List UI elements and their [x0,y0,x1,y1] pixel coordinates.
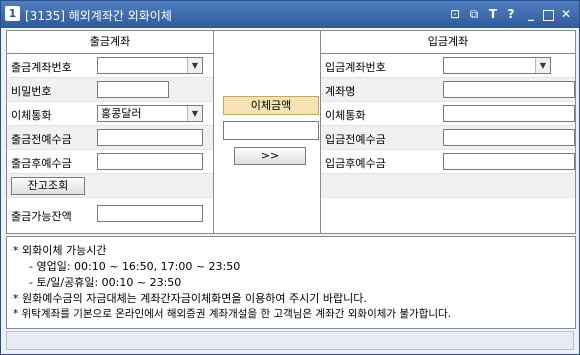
app-icon: 1 [5,6,20,21]
maximize-icon[interactable] [543,10,554,21]
close-icon[interactable]: ✕ [559,6,573,22]
deposit-account-row: 입금계좌번호 ▼ [321,54,575,78]
transfer-button[interactable]: >> [234,147,306,165]
deposit-currency-label: 이체통화 [325,109,366,122]
password-input[interactable] [97,81,169,98]
before-withdraw-field [97,129,203,146]
withdraw-account-select[interactable]: ▼ [97,57,203,74]
after-deposit-field [443,153,575,170]
transfer-form: 출금계좌 출금계좌번호 ▼ 비밀번호 이체통화 홍콩달러 ▼ 출금전예수금 출금… [6,30,576,234]
deposit-currency-field [443,105,575,122]
minimize-icon[interactable]: _ [524,6,538,22]
chevron-down-icon[interactable]: ▼ [187,106,202,121]
notice-line: * 원화예수금의 자금대체는 계좌간자금이체화면을 이용하여 주시기 바랍니다. [13,292,367,305]
amount-input[interactable] [223,121,319,140]
chevron-down-icon[interactable]: ▼ [187,58,202,73]
window-title: [3135] 해외계좌간 외화이체 [25,9,172,23]
withdrawal-header: 출금계좌 [7,31,213,54]
currency-select-value: 홍콩달러 [101,107,142,120]
withdraw-account-row: 출금계좌번호 ▼ [7,54,213,78]
after-deposit-row: 입금후예수금 [321,150,575,174]
amount-panel: 이체금액 >> [214,31,321,233]
password-label: 비밀번호 [11,85,52,98]
before-deposit-row: 입금전예수금 [321,126,575,150]
deposit-currency-row: 이체통화 [321,102,575,126]
font-size-icon[interactable]: T [486,6,500,22]
before-withdraw-row: 출금전예수금 [7,126,213,150]
status-bar [6,331,574,350]
notice-line: * 위탁계좌를 기본으로 온라인에서 해외증권 계좌개설을 한 고객님은 계좌간… [13,308,452,320]
copy-window-icon[interactable]: ⧉ [467,6,481,22]
deposit-header: 입금계좌 [321,31,575,54]
account-name-field [443,81,575,98]
after-withdraw-row: 출금후예수금 [7,150,213,174]
balance-inquiry-button[interactable]: 잔고조회 [11,177,85,195]
title-bar[interactable]: 1 [3135] 해외계좌간 외화이체 ⊡ ⧉ T ? _ ✕ [1,1,579,28]
transfer-window: 1 [3135] 해외계좌간 외화이체 ⊡ ⧉ T ? _ ✕ 출금계좌 출금계… [0,0,580,355]
after-deposit-label: 입금후예수금 [325,157,386,170]
notice-line: - 토/일/공휴일: 00:10 ~ 23:50 [29,276,182,289]
account-name-row: 계좌명 [321,78,575,102]
available-label: 출금가능잔액 [11,210,72,223]
notice-box: * 외화이체 가능시간 - 영업일: 00:10 ~ 16:50, 17:00 … [6,236,576,329]
deposit-panel: 입금계좌 입금계좌번호 ▼ 계좌명 이체통화 입금전예수금 입금후예수금 [321,31,575,233]
before-deposit-label: 입금전예수금 [325,133,386,146]
account-name-label: 계좌명 [325,85,356,98]
before-deposit-field [443,129,575,146]
after-withdraw-label: 출금후예수금 [11,157,72,170]
withdrawal-panel: 출금계좌 출금계좌번호 ▼ 비밀번호 이체통화 홍콩달러 ▼ 출금전예수금 출금… [7,31,214,233]
withdraw-currency-label: 이체통화 [11,109,52,122]
available-field [97,205,203,222]
notice-line: - 영업일: 00:10 ~ 16:50, 17:00 ~ 23:50 [29,260,241,273]
withdraw-account-label: 출금계좌번호 [11,61,72,74]
help-icon[interactable]: ? [504,6,518,22]
amount-label: 이체금액 [223,96,319,115]
chevron-down-icon[interactable]: ▼ [535,58,550,73]
balance-row: 잔고조회 [7,174,213,198]
notice-line: * 외화이체 가능시간 [13,244,107,257]
password-row: 비밀번호 [7,78,213,102]
available-row: 출금가능잔액 [7,198,213,223]
before-withdraw-label: 출금전예수금 [11,133,72,146]
deposit-empty-row [321,174,575,198]
withdraw-currency-row: 이체통화 홍콩달러 ▼ [7,102,213,126]
after-withdraw-field [97,153,203,170]
pin-icon[interactable]: ⊡ [448,6,462,22]
currency-select[interactable]: 홍콩달러 ▼ [97,105,203,122]
deposit-account-label: 입금계좌번호 [325,61,386,74]
deposit-account-select[interactable]: ▼ [443,57,551,74]
